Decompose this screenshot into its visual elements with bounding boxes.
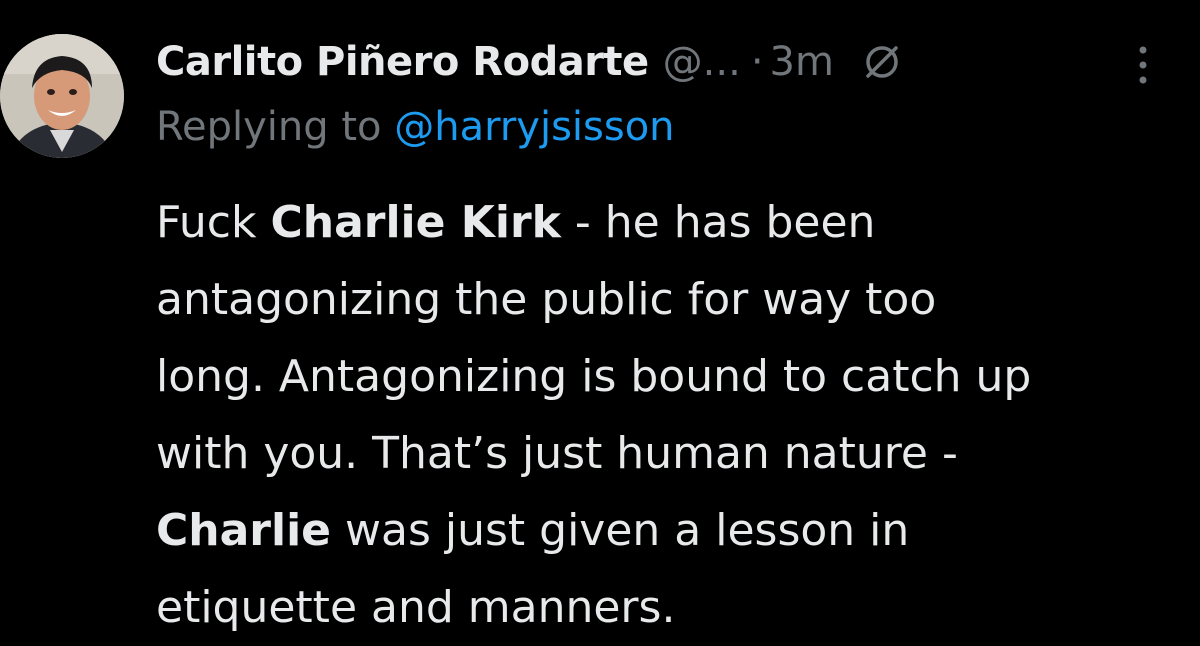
separator-dot: · [750, 39, 764, 85]
tweet-text-run: etiquette and manners. [156, 582, 676, 633]
tweet-header: Carlito Piñero Rodarte @... · 3m [156, 34, 902, 90]
tweet-text-run: Fuck [156, 197, 271, 248]
timestamp[interactable]: 3m [770, 39, 834, 85]
tweet-text-line: Fuck Charlie Kirk - he has been [156, 184, 1176, 261]
more-options-icon[interactable] [1136, 44, 1150, 86]
reply-context: Replying to @harryjsisson [156, 104, 675, 150]
avatar-image [0, 34, 124, 158]
avatar[interactable] [0, 34, 124, 158]
reply-mention-link[interactable]: @harryjsisson [394, 104, 674, 150]
tweet-text-run: - he has been [560, 197, 876, 248]
tweet-text-run: with you. That’s just human nature - [156, 428, 958, 479]
tweet-text-line: etiquette and manners. [156, 569, 1176, 646]
tweet-text-run: long. Antagonizing is bound to catch up [156, 351, 1032, 402]
tweet-text-run: was just given a lesson in [331, 505, 910, 556]
tweet-text-bold: Charlie [156, 505, 332, 556]
tweet-card[interactable]: Carlito Piñero Rodarte @... · 3m Replyin… [0, 0, 1200, 638]
tweet-text: Fuck Charlie Kirk - he has been antagoniz… [156, 184, 1176, 646]
tweet-text-line: with you. That’s just human nature - [156, 415, 1176, 492]
author-name[interactable]: Carlito Piñero Rodarte [156, 39, 649, 85]
tweet-text-line: antagonizing the public for way too [156, 261, 1176, 338]
tweet-text-line: long. Antagonizing is bound to catch up [156, 338, 1176, 415]
mute-icon [862, 42, 902, 82]
reply-prefix: Replying to [156, 104, 382, 150]
tweet-text-run: antagonizing the public for way too [156, 274, 937, 325]
tweet-text-line: Charlie was just given a lesson in [156, 492, 1176, 569]
tweet-text-bold: Charlie Kirk [270, 197, 561, 248]
author-handle[interactable]: @... [663, 39, 741, 85]
